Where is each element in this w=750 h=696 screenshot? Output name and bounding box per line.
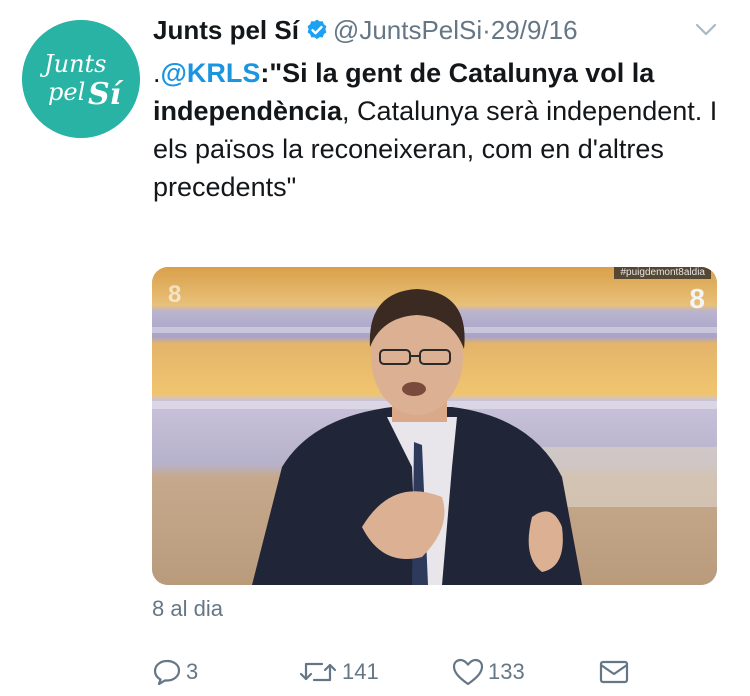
tweet-header: Junts pel Sí @JuntsPelSi·29/9/16 <box>153 12 743 48</box>
avatar-text-1: Junts <box>39 50 107 78</box>
avatar-text-2: pel <box>48 78 85 106</box>
separator: · <box>482 15 491 45</box>
reply-button[interactable]: 3 <box>152 655 198 689</box>
channel-logo-right: 8 <box>689 283 705 314</box>
media-hashtag: #puigdemont8aldia <box>614 267 711 279</box>
tweet-date[interactable]: 29/9/16 <box>491 15 578 45</box>
mention-link[interactable]: @KRLS <box>161 58 261 88</box>
author-name[interactable]: Junts pel Sí <box>153 15 299 45</box>
tweet-media[interactable]: #puigdemont8aldia 8 8 <box>152 267 717 585</box>
mail-icon <box>599 660 629 684</box>
retweet-button[interactable]: 141 <box>298 655 379 689</box>
like-button[interactable]: 133 <box>452 655 525 689</box>
chevron-down-icon[interactable] <box>694 22 718 38</box>
channel-logo-left: 8 <box>168 281 182 308</box>
direct-message-button[interactable] <box>598 655 634 689</box>
avatar-text-3: Sí <box>88 77 124 112</box>
tweet-prefix: . <box>153 58 161 88</box>
media-image <box>152 267 717 585</box>
retweet-icon <box>299 662 337 682</box>
heart-icon <box>452 658 484 686</box>
verified-badge-icon <box>305 15 329 40</box>
reply-icon <box>153 659 181 686</box>
like-count: 133 <box>488 659 525 684</box>
tweet-text: .@KRLS:"Si la gent de Catalunya vol la i… <box>153 54 733 206</box>
tweet-colon-quote: :" <box>260 58 283 88</box>
avatar[interactable]: Junts pel Sí <box>22 20 140 138</box>
reply-count: 3 <box>186 659 199 684</box>
media-source[interactable]: 8 al dia <box>152 594 223 624</box>
author-handle[interactable]: @JuntsPelSi <box>333 15 482 45</box>
retweet-count: 141 <box>342 659 379 684</box>
